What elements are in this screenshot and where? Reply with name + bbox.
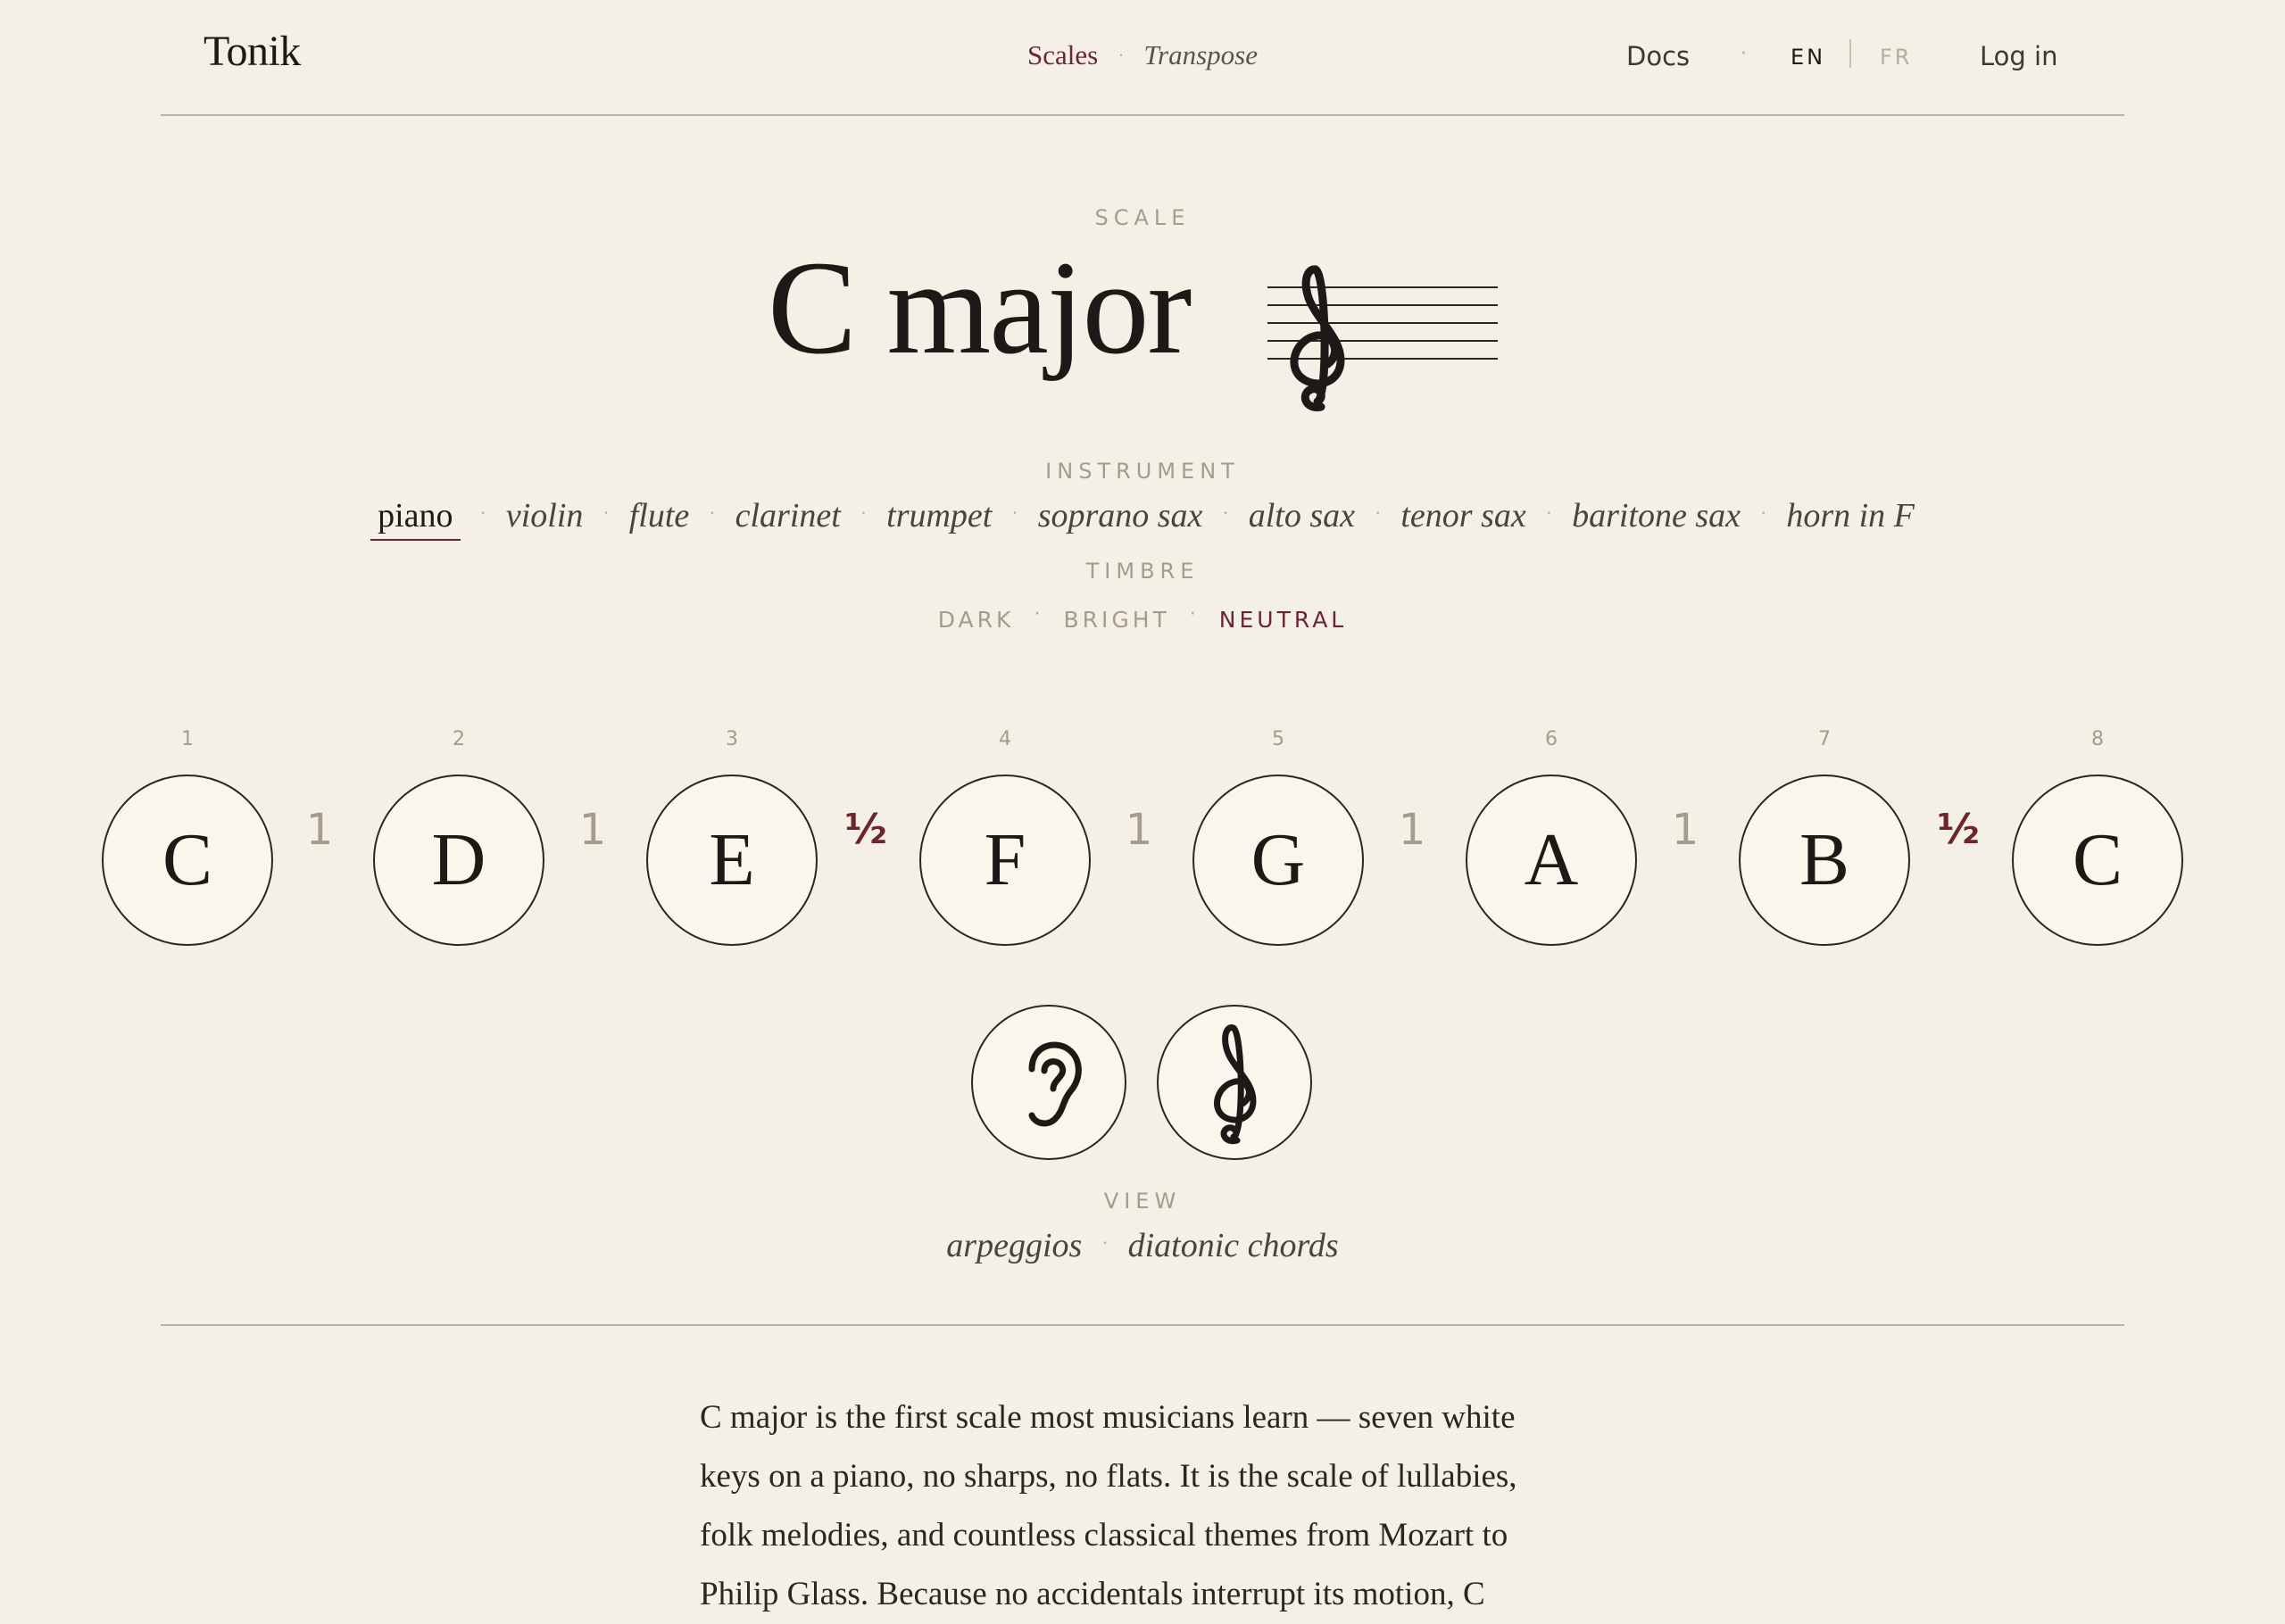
top-nav: Scales · Transpose [0, 39, 2285, 71]
view-eyebrow: VIEW [1103, 1189, 1182, 1214]
nav-scales[interactable]: Scales [1027, 39, 1098, 70]
note-a[interactable]: A [1466, 775, 1637, 946]
instrument-separator: · [1545, 501, 1553, 524]
note-e[interactable]: E [646, 775, 818, 946]
interval-whole-step: 1 [305, 805, 334, 855]
header-divider [161, 114, 2124, 116]
notation-button[interactable] [1157, 1005, 1312, 1160]
interval-half-step: ½ [1937, 805, 1980, 853]
view-selector: arpeggios · diatonic chords [0, 1226, 2285, 1265]
instrument-trumpet[interactable]: trumpet [886, 496, 992, 535]
instrument-flute[interactable]: flute [629, 496, 690, 535]
nav-separator: · [1118, 44, 1125, 66]
timbre-selector: DARK · BRIGHT · NEUTRAL [0, 603, 2285, 633]
timbre-separator: · [1034, 603, 1044, 626]
login-link[interactable]: Log in [1980, 41, 2057, 71]
interval-whole-step: 1 [1398, 805, 1426, 855]
interval-half-step: ½ [844, 805, 887, 853]
degree-label: 2 [453, 728, 465, 750]
docs-link[interactable]: Docs [1626, 41, 1690, 71]
note-c-octave[interactable]: C [2012, 775, 2183, 946]
header-separator: · [1741, 43, 1747, 65]
instrument-separator: · [602, 501, 610, 524]
interval-whole-step: 1 [1125, 805, 1153, 855]
lang-en[interactable]: EN [1791, 45, 1825, 70]
instrument-tenor-sax[interactable]: tenor sax [1400, 496, 1525, 535]
view-diatonic-chords[interactable]: diatonic chords [1128, 1227, 1339, 1264]
interval-whole-step: 1 [1671, 805, 1699, 855]
ear-training-button[interactable] [971, 1005, 1126, 1160]
note-b[interactable]: B [1739, 775, 1910, 946]
scale-title: C major [768, 234, 1192, 382]
note-c[interactable]: C [102, 775, 273, 946]
instrument-horn-in-f[interactable]: horn in F [1786, 496, 1915, 535]
ear-icon [1028, 1041, 1082, 1127]
instrument-selector: piano · violin · flute · clarinet · trumpet · sopr… [0, 496, 2285, 541]
degree-label: 8 [2091, 728, 2104, 750]
view-arpeggios[interactable]: arpeggios [946, 1227, 1082, 1264]
degree-label: 7 [1818, 728, 1831, 750]
degree-label: 5 [1272, 728, 1284, 750]
staff-icon [1266, 264, 1500, 420]
interval-whole-step: 1 [578, 805, 607, 855]
note-f[interactable]: F [919, 775, 1091, 946]
nav-transpose[interactable]: Transpose [1144, 39, 1258, 70]
degree-label: 1 [181, 728, 194, 750]
instrument-alto-sax[interactable]: alto sax [1249, 496, 1355, 535]
instrument-separator: · [479, 501, 486, 524]
instrument-baritone-sax[interactable]: baritone sax [1572, 496, 1741, 535]
section-divider [161, 1324, 2124, 1326]
degree-label: 4 [999, 728, 1011, 750]
timbre-bright[interactable]: BRIGHT [1063, 607, 1169, 633]
instrument-piano[interactable]: piano [370, 496, 461, 541]
instrument-separator: · [1760, 501, 1767, 524]
note-d[interactable]: D [373, 775, 544, 946]
instrument-separator: · [709, 501, 716, 524]
note-g[interactable]: G [1192, 775, 1364, 946]
instrument-soprano-sax[interactable]: soprano sax [1038, 496, 1203, 535]
degree-label: 3 [726, 728, 738, 750]
timbre-neutral[interactable]: NEUTRAL [1219, 607, 1347, 633]
scale-description: C major is the first scale most musician… [700, 1399, 1517, 1612]
treble-clef-icon [1214, 1024, 1257, 1145]
lang-divider [1849, 39, 1851, 68]
timbre-separator: · [1189, 603, 1200, 626]
instrument-separator: · [1011, 501, 1018, 524]
instrument-violin[interactable]: violin [506, 496, 584, 535]
timbre-dark[interactable]: DARK [938, 607, 1015, 633]
scale-eyebrow: SCALE [1094, 205, 1191, 230]
instrument-clarinet[interactable]: clarinet [735, 496, 841, 535]
degree-label: 6 [1545, 728, 1558, 750]
instrument-separator: · [1375, 501, 1382, 524]
instrument-separator: · [860, 501, 868, 524]
view-separator: · [1101, 1231, 1109, 1254]
lang-fr[interactable]: FR [1880, 45, 1912, 70]
timbre-eyebrow: TIMBRE [1085, 559, 1200, 584]
treble-clef-staff-icon [1267, 265, 1498, 411]
instrument-eyebrow: INSTRUMENT [1045, 459, 1240, 484]
instrument-separator: · [1222, 501, 1229, 524]
